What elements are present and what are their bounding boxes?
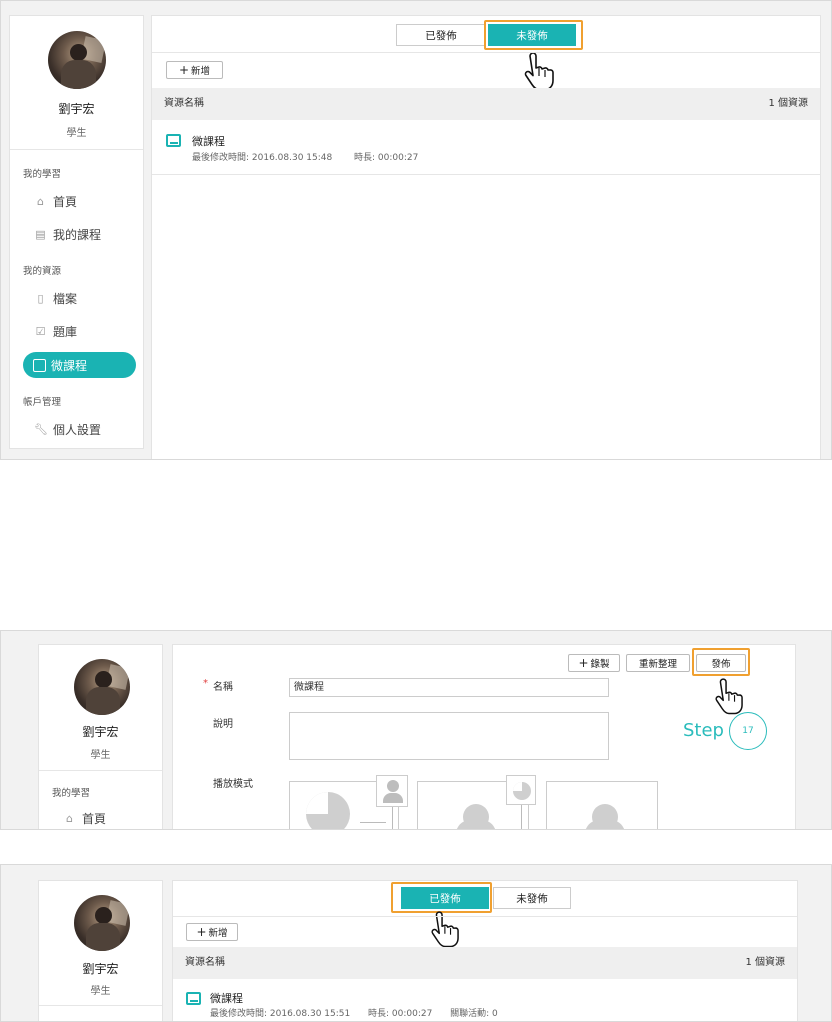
home-icon: ⌂ <box>66 812 73 825</box>
resource-activities: 關聯活動: 0 <box>450 1009 498 1019</box>
nav-section-learning: 我的學習 <box>23 169 62 180</box>
edit-panel: + 錄製 重新整理 發佈 * 名稱 微課程 說明 Step 17 播放模式 <box>172 644 796 829</box>
description-label: 說明 <box>213 719 233 730</box>
sidebar-item-label: 首頁 <box>53 195 78 209</box>
tab-unpublished[interactable]: 未發佈 <box>493 887 571 909</box>
avatar <box>74 659 130 715</box>
resource-modified: 最後修改時間: 2016.08.30 15:51 <box>210 1009 351 1019</box>
publish-highlight <box>692 648 750 676</box>
resource-name[interactable]: 微課程 <box>210 990 243 1006</box>
resource-duration: 時長: 00:00:27 <box>367 1009 433 1019</box>
home-icon: ⌂ <box>37 195 44 208</box>
avatar <box>74 895 130 951</box>
tab-published[interactable]: 已發佈 <box>396 24 486 46</box>
record-button-label: 錄製 <box>590 659 610 670</box>
header-resource-name: 資源名稱 <box>164 98 204 109</box>
table-row[interactable]: 微課程 最後修改時間: 2016.08.30 15:48 時長: 00:00:2… <box>152 120 820 175</box>
table-header: 資源名稱 1 個資源 <box>152 88 820 120</box>
resource-duration: 時長: 00:00:27 <box>353 153 419 163</box>
main-content: 已發佈 未發佈 + 新增 資源名稱 1 個資源 微課程 最後修改時間: 2016.… <box>172 880 798 1021</box>
resource-name[interactable]: 微課程 <box>192 133 225 149</box>
nav-section-account: 帳戶管理 <box>23 397 62 408</box>
name-field[interactable]: 微課程 <box>289 678 609 697</box>
document-icon: ▤ <box>35 228 46 241</box>
plus-icon: + <box>578 656 589 670</box>
add-button[interactable]: + 新增 <box>186 923 238 941</box>
table-header: 資源名稱 1 個資源 <box>173 947 797 979</box>
playback-label: 播放模式 <box>213 779 253 790</box>
user-role: 學生 <box>90 750 111 761</box>
name-label: 名稱 <box>213 682 233 693</box>
sidebar-item-personal-settings[interactable]: 🔧︎ 個人設置 <box>34 421 101 438</box>
sidebar-item-files[interactable]: ▯ 檔案 <box>34 290 77 307</box>
step-label: Step <box>683 720 724 741</box>
micro-course-icon <box>33 358 46 372</box>
nav-section-resources: 我的資源 <box>23 266 62 277</box>
add-button-label: 新增 <box>191 66 211 77</box>
header-resource-name: 資源名稱 <box>185 957 225 968</box>
user-name: 劉宇宏 <box>82 962 119 976</box>
sidebar-item-home[interactable]: ⌂ 首頁 <box>63 810 106 827</box>
record-button[interactable]: + 錄製 <box>568 654 620 672</box>
micro-course-icon <box>186 992 201 1005</box>
sidebar-item-micro-course[interactable]: 微課程 <box>23 352 136 378</box>
quiz-icon: ☑ <box>35 325 46 338</box>
sidebar-item-home[interactable]: ⌂ 首頁 <box>34 193 77 210</box>
sidebar: 劉宇宏 學生 <box>38 880 163 1021</box>
required-marker: * <box>203 678 208 689</box>
wrench-icon: 🔧︎ <box>34 423 48 436</box>
sidebar-item-question-bank[interactable]: ☑ 題庫 <box>34 323 77 340</box>
tab-highlight <box>391 882 492 913</box>
resource-modified: 最後修改時間: 2016.08.30 15:48 <box>192 153 333 163</box>
micro-course-icon <box>166 134 181 147</box>
sidebar-item-label: 微課程 <box>51 358 88 373</box>
header-resource-count: 1 個資源 <box>745 957 785 968</box>
user-role: 學生 <box>90 986 111 997</box>
header-resource-count: 1 個資源 <box>768 98 808 109</box>
screen-edit-form: 劉宇宏 學生 我的學習 ⌂ 首頁 + 錄製 重新整理 發佈 * 名稱 微課程 說明 … <box>0 630 832 830</box>
step-number: 17 <box>729 712 767 750</box>
sidebar-item-label: 題庫 <box>53 325 78 339</box>
user-role: 學生 <box>66 128 87 139</box>
plus-icon: + <box>178 63 190 77</box>
playback-mode-3[interactable] <box>546 781 658 829</box>
plus-icon: + <box>196 925 207 939</box>
table-row[interactable]: 微課程 最後修改時間: 2016.08.30 15:51 時長: 00:00:2… <box>173 979 797 1021</box>
screen-unpublished-list: 劉宇宏 學生 我的學習 ⌂ 首頁 ▤ 我的課程 我的資源 ▯ 檔案 ☑ 題庫 微課程 帳… <box>0 0 832 460</box>
sidebar: 劉宇宏 學生 我的學習 ⌂ 首頁 <box>38 644 163 829</box>
reorganize-button[interactable]: 重新整理 <box>626 654 690 672</box>
tab-highlight <box>484 20 583 50</box>
file-icon: ▯ <box>37 292 44 305</box>
sidebar-item-label: 首頁 <box>82 812 107 826</box>
video-thumb-1 <box>376 775 408 807</box>
add-button[interactable]: + 新增 <box>166 61 223 79</box>
user-name: 劉宇宏 <box>58 102 95 116</box>
sidebar-item-label: 檔案 <box>53 292 78 306</box>
sidebar-item-label: 個人設置 <box>53 423 102 437</box>
screen-published-list: 劉宇宏 學生 已發佈 未發佈 + 新增 資源名稱 1 個資源 微課程 最後修改時間… <box>0 864 832 1022</box>
sidebar: 劉宇宏 學生 我的學習 ⌂ 首頁 ▤ 我的課程 我的資源 ▯ 檔案 ☑ 題庫 微課程 帳… <box>9 15 144 449</box>
hand-pointer-icon <box>715 678 743 715</box>
video-thumb-2 <box>506 775 536 805</box>
sidebar-item-label: 我的課程 <box>53 228 102 242</box>
nav-section-learning: 我的學習 <box>52 788 91 799</box>
add-button-label: 新增 <box>208 928 228 939</box>
user-name: 劉宇宏 <box>82 725 119 739</box>
main-content: 已發佈 未發佈 + 新增 資源名稱 1 個資源 微課程 最後修改時間: 2016.… <box>151 15 821 459</box>
hand-pointer-icon <box>524 52 554 91</box>
description-field[interactable] <box>289 712 609 760</box>
sidebar-item-my-courses[interactable]: ▤ 我的課程 <box>34 226 101 243</box>
avatar <box>48 31 106 89</box>
